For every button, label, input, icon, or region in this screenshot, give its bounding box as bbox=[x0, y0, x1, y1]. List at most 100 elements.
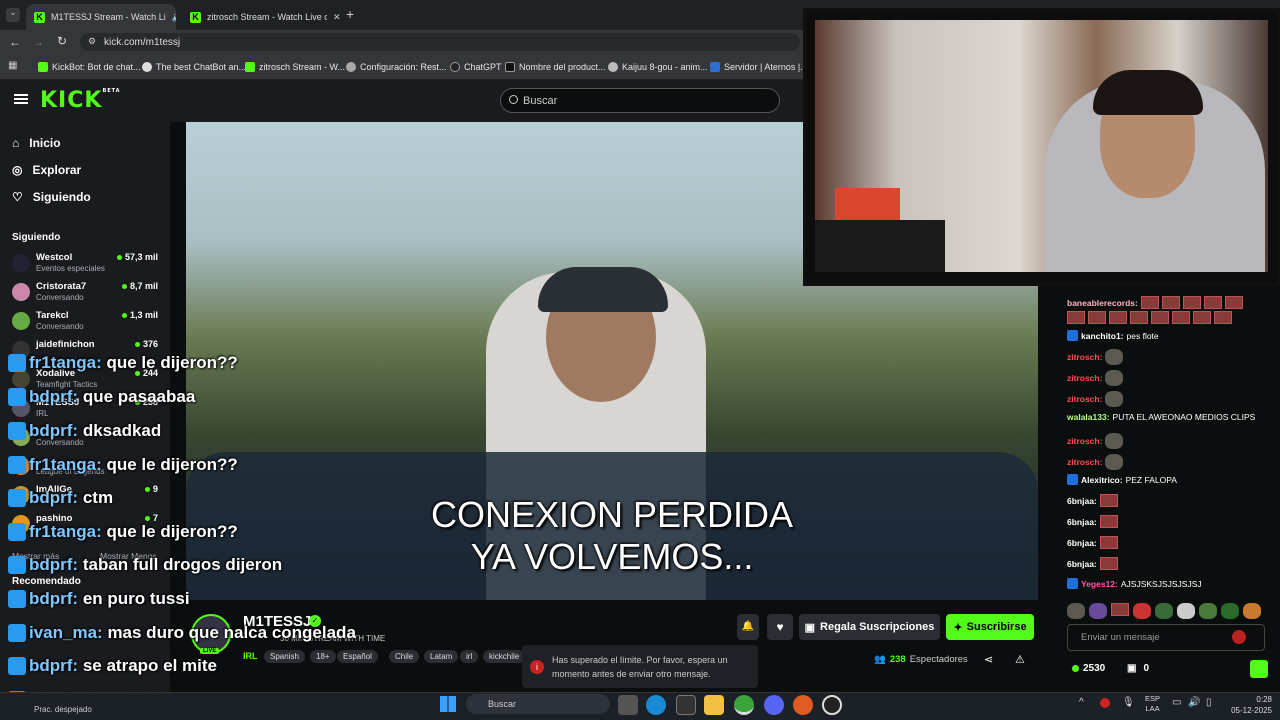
chrome-icon[interactable] bbox=[734, 695, 754, 715]
emote-icon bbox=[1099, 494, 1118, 507]
nav-explore[interactable]: ◎ Explorar bbox=[12, 162, 81, 178]
emote-icon[interactable] bbox=[1133, 603, 1151, 619]
chat-username[interactable]: zitrosch: bbox=[1067, 352, 1102, 362]
chat-message: zitrosch: bbox=[1067, 433, 1124, 449]
gift-subs-button[interactable]: ▣ Regala Suscripciones bbox=[799, 614, 940, 640]
points-display[interactable]: 2530 bbox=[1072, 663, 1105, 674]
stream-tag[interactable]: Chile bbox=[389, 650, 420, 663]
menu-icon[interactable] bbox=[14, 94, 28, 104]
emote-icon[interactable] bbox=[1155, 603, 1173, 619]
share-icon[interactable]: ⋖ bbox=[984, 653, 993, 666]
stream-tag[interactable]: Spanish bbox=[264, 650, 305, 663]
limit-notice: i Has superado el límite. Por favor, esp… bbox=[522, 645, 758, 688]
sidebar-channel[interactable]: Westcol Eventos especiales 57,3 mil bbox=[12, 252, 162, 280]
explorer-icon[interactable] bbox=[704, 695, 724, 715]
overlay-chat-message: ivan_ma: mas duro que nalca congelada bbox=[8, 623, 356, 643]
tray-chevron-icon[interactable]: ^ bbox=[1079, 697, 1084, 708]
emote-icon[interactable] bbox=[1111, 603, 1129, 616]
emote-icon bbox=[1172, 311, 1190, 324]
tab-zitrosch[interactable]: K zitrosch Stream - Watch Live on ✕ bbox=[182, 4, 358, 30]
tray-app-icon[interactable] bbox=[1100, 698, 1110, 708]
emote-icon[interactable] bbox=[1221, 603, 1239, 619]
stream-tag[interactable]: irl bbox=[460, 650, 479, 663]
emote-icon[interactable] bbox=[1199, 603, 1217, 619]
volume-icon[interactable]: 🔊 bbox=[1188, 697, 1200, 708]
language-indicator[interactable]: ESP LAA bbox=[1145, 694, 1160, 714]
follow-heart-button[interactable]: ♥ bbox=[767, 614, 793, 640]
search-input[interactable]: Buscar bbox=[500, 88, 780, 113]
chat-send-button[interactable] bbox=[1250, 660, 1268, 678]
tab-m1tessj[interactable]: K M1TESSJ Stream - Watch Li 🔊 ✕ bbox=[26, 4, 176, 30]
new-tab-button[interactable]: + bbox=[346, 6, 354, 22]
report-icon[interactable]: ⚠ bbox=[1015, 653, 1025, 666]
bookmark-item[interactable]: The best ChatBot an... bbox=[142, 60, 246, 74]
emote-icon[interactable] bbox=[1177, 603, 1195, 619]
bookmark-item[interactable]: Kaijuu 8-gou - anim... bbox=[608, 60, 708, 74]
reload-icon[interactable]: ↻ bbox=[57, 34, 67, 48]
chat-username[interactable]: walala133: bbox=[1067, 412, 1110, 422]
user-badge-icon bbox=[8, 590, 26, 608]
back-icon[interactable]: ← bbox=[9, 35, 21, 49]
chat-message: Yeges12: AJSJSKSJSJSJSJSJ bbox=[1067, 578, 1202, 589]
chat-username[interactable]: zitrosch: bbox=[1067, 457, 1102, 467]
chat-username[interactable]: 6bnjaa: bbox=[1067, 517, 1097, 527]
stream-tag[interactable]: kickchile bbox=[483, 650, 526, 663]
url-field[interactable]: kick.com/m1tessj bbox=[80, 33, 800, 51]
clock[interactable]: 0:28 05-12-2025 bbox=[1222, 694, 1272, 716]
bookmark-item[interactable]: Nombre del product... bbox=[505, 60, 606, 74]
chat-username[interactable]: zitrosch: bbox=[1067, 373, 1102, 383]
taskbar-search[interactable]: Buscar bbox=[466, 694, 610, 714]
nav-following[interactable]: ♡ Siguiendo bbox=[12, 189, 91, 205]
chat-username[interactable]: Yeges12: bbox=[1081, 579, 1118, 589]
chat-username[interactable]: zitrosch: bbox=[1067, 436, 1102, 446]
bookmark-item[interactable]: Servidor | Aternos |... bbox=[710, 60, 808, 74]
stream-tag[interactable]: Español bbox=[337, 650, 378, 663]
chat-username[interactable]: baneablerecords: bbox=[1067, 298, 1138, 308]
nav-home[interactable]: ⌂ Inicio bbox=[12, 135, 61, 151]
notification-bell-button[interactable]: 🔔 bbox=[737, 614, 759, 640]
edge-icon[interactable] bbox=[646, 695, 666, 715]
chat-username[interactable]: kanchito1: bbox=[1081, 331, 1124, 341]
microphone-icon[interactable]: 🎙 bbox=[1122, 697, 1135, 708]
gift-counter[interactable]: ▣ 0 bbox=[1127, 663, 1149, 674]
emote-icon[interactable] bbox=[1243, 603, 1261, 619]
bookmark-item[interactable]: zitrosch Stream - W... bbox=[245, 60, 345, 74]
start-icon[interactable] bbox=[440, 696, 456, 712]
chat-username[interactable]: Alexitrico: bbox=[1081, 475, 1123, 485]
kick-logo[interactable]: KICKBETA bbox=[40, 88, 121, 113]
bookmark-item[interactable]: Configuración: Rest... bbox=[346, 60, 447, 74]
weather-widget[interactable]: Prac. despejado bbox=[34, 705, 92, 714]
bookmark-item[interactable]: KickBot: Bot de chat... bbox=[38, 60, 141, 74]
chat-username[interactable]: 6bnjaa: bbox=[1067, 559, 1097, 569]
site-info-icon[interactable]: ⚙ bbox=[88, 36, 96, 47]
forward-icon[interactable]: → bbox=[32, 35, 44, 49]
user-badge-icon bbox=[8, 657, 26, 675]
apps-grid-icon[interactable]: ▦ bbox=[8, 60, 17, 71]
sidebar-channel[interactable]: Tarekcl Conversando 1,3 mil bbox=[12, 310, 162, 338]
gift-value: 0 bbox=[1143, 663, 1150, 674]
stream-tag[interactable]: 18+ bbox=[310, 650, 336, 663]
obs-icon[interactable] bbox=[822, 695, 842, 715]
chat-username[interactable]: 6bnjaa: bbox=[1067, 496, 1097, 506]
webcam-table bbox=[815, 220, 945, 272]
subscribe-button[interactable]: ✦ Suscribirse bbox=[946, 614, 1034, 640]
speaker-icon[interactable]: 🔊 bbox=[172, 12, 176, 23]
brave-icon[interactable] bbox=[793, 695, 813, 715]
category-link[interactable]: IRL bbox=[243, 651, 258, 661]
emote-picker-icon[interactable] bbox=[1232, 630, 1246, 644]
bookmark-label: Kaijuu 8-gou - anim... bbox=[622, 62, 708, 72]
emote-icon[interactable] bbox=[1067, 603, 1085, 619]
sidebar-channel[interactable]: Cristorata7 Conversando 8,7 mil bbox=[12, 281, 162, 309]
terminal-icon[interactable] bbox=[676, 695, 696, 715]
tab-list-button[interactable]: ⌄ bbox=[6, 8, 20, 22]
stream-tag[interactable]: Latam bbox=[424, 650, 459, 663]
network-icon[interactable]: ▭ bbox=[1172, 697, 1181, 708]
task-view-icon[interactable] bbox=[618, 695, 638, 715]
chat-username[interactable]: zitrosch: bbox=[1067, 394, 1102, 404]
close-tab-icon[interactable]: ✕ bbox=[333, 12, 341, 23]
battery-icon[interactable]: ▯ bbox=[1206, 697, 1212, 708]
discord-icon[interactable] bbox=[764, 695, 784, 715]
chat-username[interactable]: 6bnjaa: bbox=[1067, 538, 1097, 548]
bookmark-item[interactable]: ChatGPT bbox=[450, 60, 502, 74]
emote-icon[interactable] bbox=[1089, 603, 1107, 619]
